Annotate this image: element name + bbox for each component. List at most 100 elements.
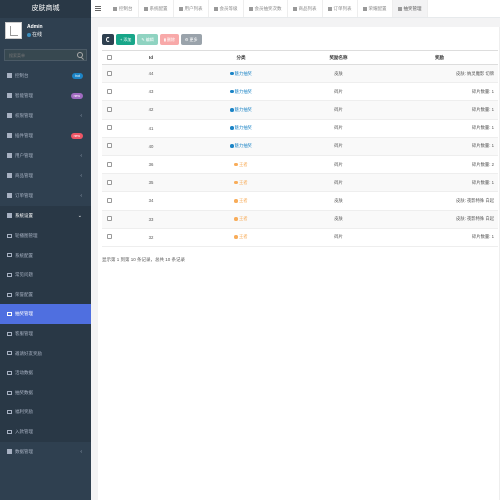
row-select-cell [102, 155, 116, 175]
row-checkbox[interactable] [106, 179, 112, 185]
menu-search-input[interactable] [5, 50, 86, 60]
refresh-icon [106, 37, 110, 42]
list-icon [7, 292, 12, 297]
cell-prize: 碎片数量: 1 [381, 82, 498, 102]
row-checkbox[interactable] [106, 234, 112, 240]
tab-member-level[interactable]: 会员等级 [209, 0, 244, 17]
sidebar-subitem-honor[interactable]: 荣誉配置 [0, 284, 91, 305]
table-row[interactable]: 36 王者 碎片 碎片数量: 2 [102, 155, 498, 175]
sidebar-subitem-service[interactable]: 客服管理 [0, 323, 91, 344]
row-checkbox[interactable] [106, 88, 112, 94]
header-name[interactable]: 奖励名称 [296, 50, 381, 65]
sidebar-subitem-label: 入款管理 [15, 428, 33, 434]
sidebar-subitem-lottery[interactable]: 抽奖管理 [0, 304, 91, 324]
row-checkbox[interactable] [106, 106, 112, 112]
row-checkbox[interactable] [106, 161, 112, 167]
header-category[interactable]: 分类 [186, 50, 296, 65]
cell-name: 碎片 [296, 173, 381, 193]
sidebar-subitem-faq[interactable]: 常见问题 [0, 265, 91, 285]
sidebar-item-dashboard[interactable]: 控制台 hot [0, 66, 91, 86]
user-status-label: 在线 [32, 32, 43, 38]
sidebar-item-data[interactable]: 数据管理 ‹ [0, 442, 91, 462]
sidebar-item-plugins[interactable]: 插件管理 new [0, 126, 91, 146]
tab-label: 抽奖管理 [403, 6, 422, 11]
sidebar-subitem-lottery-data[interactable]: 抽奖数据 [0, 382, 91, 403]
category-label: 王者 [238, 161, 248, 167]
dashboard-icon [7, 73, 12, 79]
list-icon [7, 390, 12, 395]
sidebar-subitem-welfare[interactable]: 福利奖励 [0, 402, 91, 422]
online-dot-icon [27, 32, 31, 37]
sidebar-subitem-label: 客服管理 [15, 330, 33, 336]
sidebar-item-products[interactable]: 商品管理 ‹ [0, 166, 91, 186]
list-icon [397, 7, 402, 11]
cell-category: 魅力抽奖 [186, 137, 296, 156]
table-row[interactable]: 33 王者 皮肤 皮肤: 夜影特殊 白起 [102, 210, 498, 229]
cell-name: 碎片 [296, 100, 381, 120]
table-row[interactable]: 32 王者 碎片 碎片数量: 1 [102, 228, 498, 247]
tab-lottery[interactable]: 抽奖管理 [392, 0, 428, 17]
tab-member-lottery[interactable]: 会员抽奖次数 [244, 0, 288, 17]
sidebar-subitem-label: 福利奖励 [15, 409, 33, 415]
more-button[interactable]: ⚙ 更多 [180, 34, 202, 45]
table-row[interactable]: 35 王者 碎片 碎片数量: 1 [102, 173, 498, 193]
row-checkbox[interactable] [106, 216, 112, 222]
sidebar-item-smart[interactable]: 智能管理 new [0, 86, 91, 106]
row-select-cell [102, 191, 116, 211]
add-button[interactable]: + 添加 [116, 34, 136, 45]
cell-name: 皮肤 [296, 191, 381, 211]
edit-button[interactable]: ✎ 编辑 [137, 34, 158, 45]
delete-button[interactable]: ▮ 删除 [159, 34, 179, 45]
sidebar-subitem-label: 常见问题 [15, 272, 33, 278]
category-label: 魅力抽奖 [234, 70, 252, 76]
header-prize[interactable]: 奖励 [381, 50, 498, 65]
sidebar-item-users[interactable]: 用户管理 ‹ [0, 146, 91, 166]
table-row[interactable]: 42 魅力抽奖 碎片 碎片数量: 1 [102, 100, 498, 120]
tab-product-list[interactable]: 商品列表 [288, 0, 323, 17]
chevron-down-icon: ⌄ [77, 213, 82, 219]
gear-icon: ⚙ [184, 37, 189, 42]
row-select-cell [102, 210, 116, 229]
toolbar: + 添加 ✎ 编辑 ▮ 删除 ⚙ 更多 [102, 34, 202, 45]
select-all-checkbox[interactable] [106, 54, 112, 60]
sidebar-item-orders[interactable]: 订单管理 ‹ [0, 186, 91, 206]
sidebar-subitem-deposit[interactable]: 入款管理 [0, 421, 91, 442]
dashboard-icon [113, 7, 117, 11]
sidebar-item-label: 插件管理 [15, 133, 33, 138]
cell-id: 40 [116, 137, 186, 156]
sidebar-subitem-carousel[interactable]: 轮播图管理 [0, 226, 91, 246]
avatar[interactable] [5, 22, 22, 39]
tab-label: 荣耀配置 [368, 6, 387, 11]
tab-dashboard[interactable]: 控制台 [108, 0, 139, 17]
search-icon[interactable] [77, 52, 83, 58]
row-checkbox[interactable] [106, 143, 112, 149]
sidebar-subitem-invite[interactable]: 邀请好友奖励 [0, 343, 91, 364]
sidebar-subitem-activity[interactable]: 活动数据 [0, 363, 91, 383]
table-row[interactable]: 40 魅力抽奖 碎片 碎片数量: 1 [102, 137, 498, 156]
category-label: 王者 [238, 197, 248, 203]
row-checkbox[interactable] [106, 125, 112, 131]
tab-honor-config[interactable]: 荣耀配置 [358, 0, 393, 17]
content-panel: + 添加 ✎ 编辑 ▮ 删除 ⚙ 更多 Id 分类 奖励名称 奖励 44 魅力抽奖 皮肤 皮肤… [98, 27, 500, 500]
table-row[interactable]: 34 王者 皮肤 皮肤: 夜影特殊 白起 [102, 191, 498, 211]
sidebar-subitem-config[interactable]: 系统配置 [0, 245, 91, 266]
row-checkbox[interactable] [106, 70, 112, 76]
sidebar-item-permissions[interactable]: 权限管理 ‹ [0, 106, 91, 126]
tab-order-list[interactable]: 订单列表 [323, 0, 358, 17]
category-dot-icon [234, 180, 238, 185]
tab-system-config[interactable]: 系统配置 [139, 0, 174, 17]
row-checkbox[interactable] [106, 197, 112, 203]
header-id[interactable]: Id [116, 50, 186, 65]
menu-toggle-icon[interactable] [95, 6, 101, 11]
table-row[interactable]: 43 魅力抽奖 碎片 碎片数量: 1 [102, 82, 498, 102]
sidebar-item-settings[interactable]: 系统设置 ⌄ [0, 206, 91, 226]
category-dot-icon [234, 162, 238, 167]
sidebar-item-label: 控制台 [15, 73, 29, 78]
cell-id: 33 [116, 210, 186, 229]
sidebar-subitem-label: 邀请好友奖励 [15, 350, 42, 356]
menu-search [4, 49, 87, 61]
table-row[interactable]: 41 魅力抽奖 碎片 碎片数量: 1 [102, 119, 498, 138]
table-row[interactable]: 44 魅力抽奖 皮肤 皮肤: 纳灵魔影 切牌 [102, 64, 498, 84]
refresh-button[interactable] [102, 34, 114, 45]
tab-user-list[interactable]: 用户列表 [174, 0, 209, 17]
